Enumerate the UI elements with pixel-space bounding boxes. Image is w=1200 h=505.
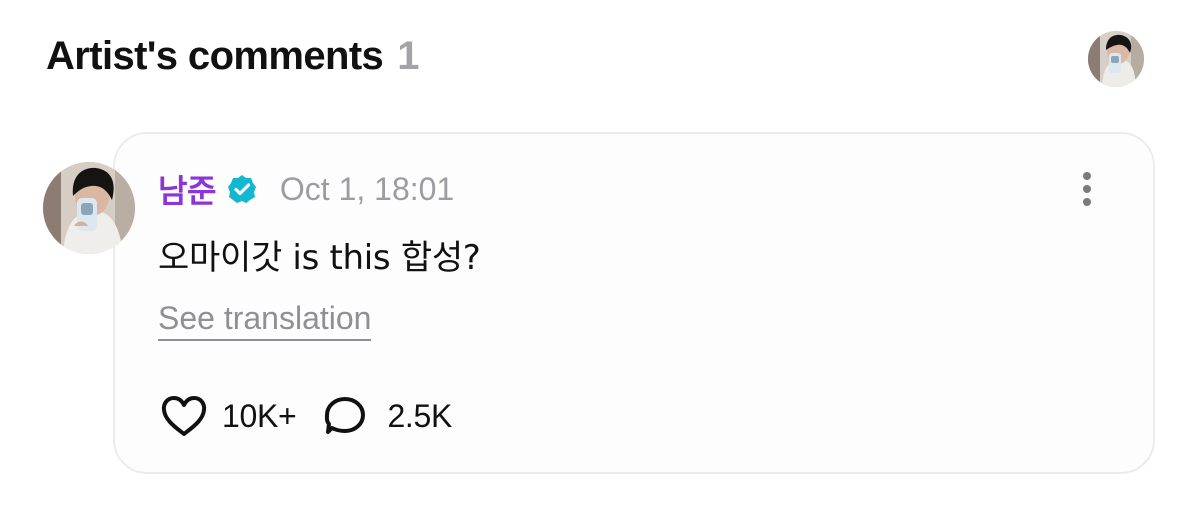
comment-count: 1 <box>397 34 420 78</box>
see-translation-link[interactable]: See translation <box>158 301 372 341</box>
section-header: Artist's comments 1 <box>46 34 419 79</box>
avatar-image <box>1088 31 1144 87</box>
speech-bubble-icon <box>325 397 366 434</box>
comment-text: 오마이갓 is this 합성? <box>158 238 481 278</box>
current-user-avatar[interactable] <box>1088 31 1144 87</box>
author-name[interactable]: 남준 <box>158 166 216 212</box>
artist-avatar-image <box>43 162 135 254</box>
more-vertical-icon-dot <box>1083 198 1091 206</box>
more-options-button[interactable] <box>1072 168 1102 210</box>
reply-count: 2.5K <box>387 397 453 434</box>
artist-comments-panel: Artist's comments 1 남준 Oct 1, 18:01 오마이갓… <box>0 0 1200 505</box>
verified-check-icon <box>226 173 258 205</box>
artist-avatar[interactable] <box>43 162 135 254</box>
more-vertical-icon-dot <box>1083 185 1091 193</box>
like-count: 10K+ <box>222 397 297 434</box>
like-button[interactable] <box>158 393 210 439</box>
comment-author-row: 남준 Oct 1, 18:01 <box>158 166 455 212</box>
heart-icon <box>161 396 207 436</box>
comment-actions: 10K+ 2.5K <box>158 393 452 439</box>
section-title: Artist's comments <box>46 34 384 78</box>
more-vertical-icon <box>1083 172 1091 180</box>
reply-button[interactable] <box>319 393 371 439</box>
comment-time: Oct 1, 18:01 <box>279 170 455 207</box>
